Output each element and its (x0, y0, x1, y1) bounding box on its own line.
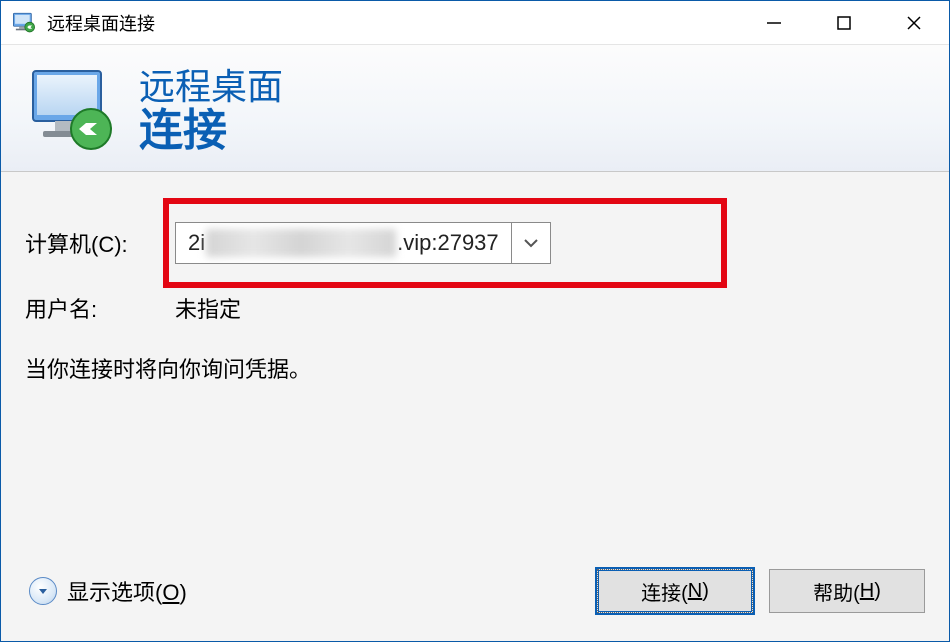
redacted-segment (206, 229, 396, 257)
computer-value-suffix: .vip:27937 (397, 230, 499, 256)
computer-combo-wrap: 2i .vip:27937 (175, 222, 715, 264)
close-button[interactable] (879, 1, 949, 44)
maximize-icon (836, 15, 852, 31)
banner-title-line1: 远程桌面 (139, 67, 283, 107)
username-value: 未指定 (175, 292, 241, 324)
banner-titles: 远程桌面 连接 (139, 67, 283, 155)
maximize-button[interactable] (809, 1, 879, 44)
computer-dropdown-button[interactable] (511, 222, 551, 264)
disclosure-down-icon (29, 577, 57, 605)
computer-value-prefix: 2i (188, 230, 205, 256)
window-controls (739, 1, 949, 44)
username-label: 用户名: (25, 292, 175, 324)
help-button[interactable]: 帮助(H) (769, 569, 925, 613)
rdc-window: 远程桌面连接 (0, 0, 950, 642)
close-icon (905, 14, 923, 32)
titlebar: 远程桌面连接 (1, 1, 949, 45)
chevron-down-icon (522, 234, 540, 252)
minimize-icon (765, 14, 783, 32)
banner-title-line2: 连接 (139, 107, 283, 155)
computer-combo[interactable]: 2i .vip:27937 (175, 222, 715, 264)
username-row: 用户名: 未指定 (25, 292, 925, 324)
show-options-label: 显示选项(O) (67, 575, 187, 607)
window-title: 远程桌面连接 (47, 10, 739, 36)
computer-value: 2i .vip:27937 (188, 229, 499, 257)
footer: 显示选项(O) 连接(N) 帮助(H) (1, 559, 949, 641)
rdc-app-icon (11, 10, 37, 36)
computer-input[interactable]: 2i .vip:27937 (175, 222, 511, 264)
body: 计算机(C): 2i .vip:27937 (1, 172, 949, 559)
minimize-button[interactable] (739, 1, 809, 44)
computer-row: 计算机(C): 2i .vip:27937 (25, 222, 925, 264)
banner: 远程桌面 连接 (1, 45, 949, 172)
connect-button[interactable]: 连接(N) (597, 569, 753, 613)
rdc-banner-icon (25, 63, 121, 159)
computer-label: 计算机(C): (25, 227, 175, 259)
credential-note: 当你连接时将向你询问凭据。 (25, 352, 925, 384)
show-options-toggle[interactable]: 显示选项(O) (29, 575, 187, 607)
